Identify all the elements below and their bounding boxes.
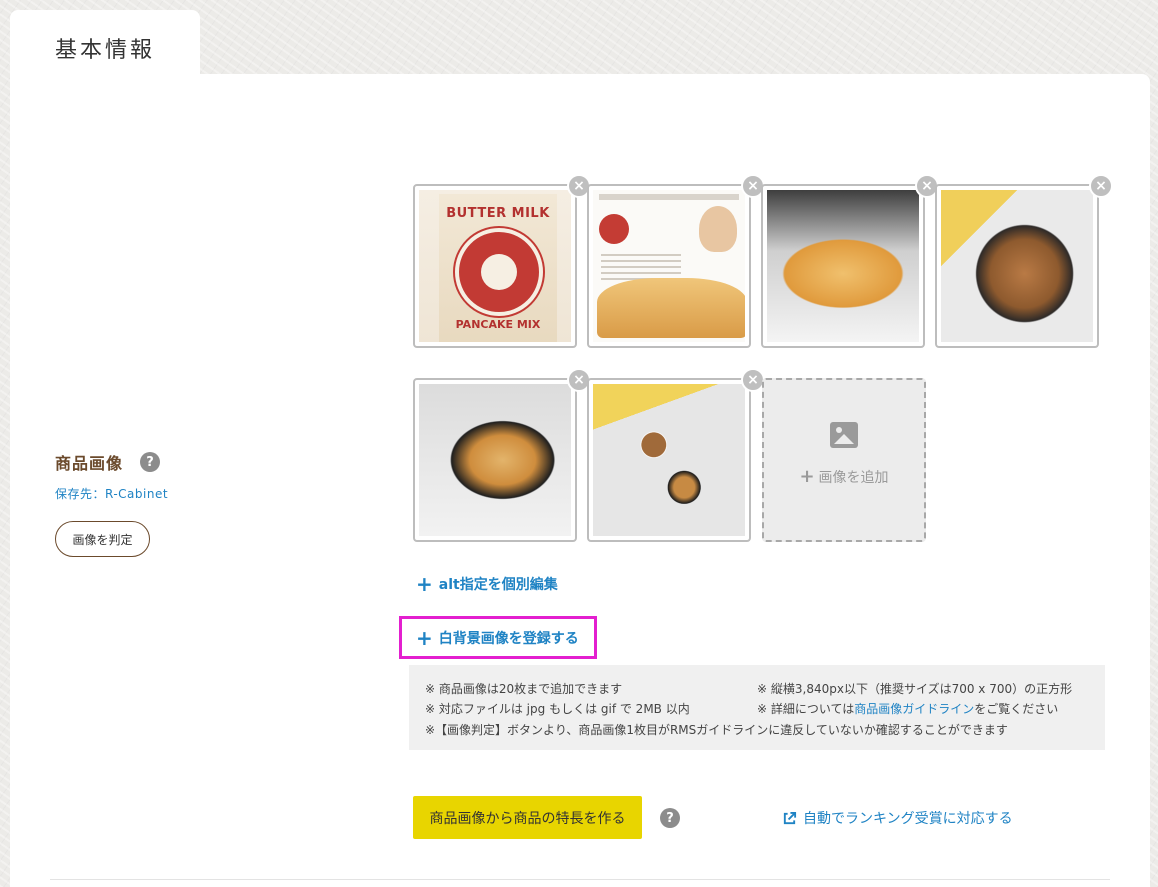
product-image-label-group: 商品画像 ? 保存先：R-Cabinet [55,450,168,502]
judge-image-button[interactable]: 画像を判定 [55,521,150,557]
image-thumbnail[interactable]: × [413,368,591,542]
ranking-link-label: 自動でランキング受賞に対応する [803,811,1013,827]
plus-icon: + [416,572,433,596]
image-thumbnail[interactable]: × [761,174,939,348]
delete-image-button[interactable]: × [1089,174,1113,198]
product-flyer-image [593,190,745,342]
pancake-skillet-photo [941,190,1093,342]
plus-icon: + [799,465,815,487]
plus-icon: + [416,626,433,650]
help-icon[interactable]: ? [140,452,161,472]
note-guideline: ※ 詳細については商品画像ガイドラインをご覧ください [757,700,1058,717]
note-judge: ※【画像判定】ボタンより、商品画像1枚目がRMSガイドラインに違反していないか確… [425,723,1008,737]
alt-edit-label: alt指定を個別編集 [438,577,558,593]
package-title: BUTTER MILK [446,206,550,221]
tab-basic-info[interactable]: 基本情報 [10,10,200,80]
pancake-skillet-photo [419,384,571,536]
help-icon[interactable]: ? [660,808,680,828]
white-background-link[interactable]: + 白背景画像を登録する [416,628,579,648]
add-image-label: 画像を追加 [818,469,889,486]
note-guideline-suffix: をご覧ください [974,702,1059,716]
tab-label: 基本情報 [55,38,156,63]
pancake-photo [767,190,919,342]
note-file-types: ※ 対応ファイルは jpg もしくは gif で 2MB 以内 [425,702,690,716]
product-image-label: 商品画像 [55,454,124,473]
external-link-icon [783,811,797,824]
image-icon [830,421,858,448]
image-thumbnail[interactable]: × [587,174,765,348]
white-background-label: 白背景画像を登録する [438,631,579,647]
create-features-button[interactable]: 商品画像から商品の特長を作る [413,796,642,839]
note-max-images: ※ 商品画像は20枚まで追加できます [425,682,623,696]
package-subtitle: PANCAKE MIX [455,318,541,331]
product-package-image: BUTTER MILK PANCAKE MIX [419,190,571,342]
notes-box: ※ 商品画像は20枚まで追加できます ※ 対応ファイルは jpg もしくは gi… [409,665,1105,750]
image-thumbnail[interactable]: × [587,368,765,542]
add-image-button[interactable]: + 画像を追加 [762,378,926,542]
note-guideline-prefix: ※ 詳細については [757,702,855,716]
guideline-link[interactable]: 商品画像ガイドライン [854,702,974,716]
image-thumbnail[interactable]: × [935,174,1113,348]
image-thumbnail[interactable]: BUTTER MILK PANCAKE MIX × [413,174,591,348]
alt-edit-link[interactable]: + alt指定を個別編集 [416,574,558,594]
ranking-link[interactable]: 自動でランキング受賞に対応する [782,808,1013,828]
storage-location: 保存先：R-Cabinet [55,487,169,501]
breakfast-table-photo [593,384,745,536]
divider [50,879,1110,880]
note-size: ※ 縦横3,840px以下（推奨サイズは700 x 700）の正方形 [757,682,1073,696]
